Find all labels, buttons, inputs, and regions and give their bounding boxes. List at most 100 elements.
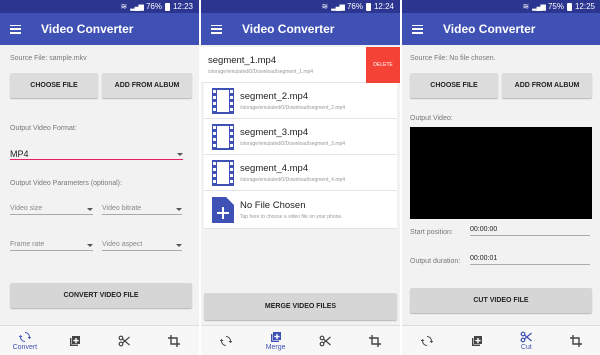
nav-merge[interactable] (50, 326, 100, 355)
segment-item[interactable]: segment_1.mp4 /storage/emulated/0/Downlo… (201, 47, 400, 83)
status-bar: ≋ ▂▄▆ 75% 12:25 (402, 0, 600, 13)
nav-convert[interactable] (201, 326, 251, 355)
app-bar: Video Converter (0, 13, 199, 45)
battery-percent: 75% (547, 2, 564, 11)
cut-screen: ≋ ▂▄▆ 75% 12:25 Video Converter Source F… (402, 0, 600, 355)
crop-icon (570, 334, 583, 347)
app-bar: Video Converter (201, 13, 400, 45)
segment-item[interactable]: segment_4.mp4 /storage/emulated/0/Downlo… (204, 155, 397, 191)
video-bitrate-placeholder: Video bitrate (102, 205, 142, 212)
segment-path: /storage/emulated/0/Download/segment_3.m… (240, 140, 346, 147)
nav-convert[interactable]: Convert (0, 326, 50, 355)
output-format-label: Output Video Format: (10, 125, 77, 132)
menu-icon[interactable] (10, 24, 21, 34)
chevron-down-icon (176, 208, 182, 211)
params-label: Output Video Parameters (optional): (10, 180, 122, 187)
convert-icon (18, 331, 31, 342)
cut-icon (118, 335, 131, 346)
nav-merge-label: Merge (265, 343, 286, 351)
frame-rate-placeholder: Frame rate (10, 241, 45, 248)
video-aspect-select[interactable]: Video aspect (102, 241, 182, 251)
start-position-input[interactable]: 00:00:00 (470, 226, 590, 236)
merge-icon (270, 331, 281, 342)
chevron-down-icon (87, 208, 93, 211)
add-file-icon (212, 196, 234, 223)
output-duration-input[interactable]: 00:00:01 (470, 255, 590, 265)
wifi-icon: ≋ (522, 2, 530, 11)
output-format-select[interactable]: MP4 (10, 144, 183, 160)
add-from-album-button[interactable]: ADD FROM ALBUM (502, 73, 592, 98)
convert-icon (219, 335, 232, 346)
status-bar: ≋ ▂▄▆ 76% 12:23 (0, 0, 199, 13)
no-file-item[interactable]: No File Chosen Tap here to choose a vide… (204, 191, 397, 229)
video-bitrate-select[interactable]: Video bitrate (102, 205, 182, 215)
crop-icon (168, 334, 181, 347)
video-size-placeholder: Video size (10, 205, 43, 212)
menu-icon[interactable] (412, 24, 423, 34)
battery-percent: 76% (346, 2, 363, 11)
segment-item[interactable]: segment_2.mp4 /storage/emulated/0/Downlo… (204, 83, 397, 119)
nav-merge[interactable] (452, 326, 502, 355)
segment-name: segment_3.mp4 (240, 126, 309, 138)
merge-screen: ≋ ▂▄▆ 76% 12:24 Video Converter segment_… (201, 0, 400, 355)
source-file-label: Source File: sample.mkv (10, 55, 87, 62)
nav-cut[interactable]: Cut (502, 326, 552, 355)
frame-rate-select[interactable]: Frame rate (10, 241, 93, 251)
cut-icon (520, 331, 533, 342)
film-icon (212, 159, 234, 186)
choose-file-button[interactable]: CHOOSE FILE (10, 73, 98, 98)
status-bar: ≋ ▂▄▆ 76% 12:24 (201, 0, 400, 13)
film-icon (212, 123, 234, 150)
nav-convert-label: Convert (12, 343, 38, 351)
nav-cut-label: Cut (520, 343, 532, 351)
segment-name: segment_4.mp4 (240, 162, 309, 174)
cut-video-button[interactable]: CUT VIDEO FILE (410, 288, 592, 313)
merge-video-button[interactable]: MERGE VIDEO FILES (204, 293, 397, 320)
nav-crop[interactable] (149, 326, 199, 355)
film-icon (212, 87, 234, 114)
chevron-down-icon (87, 244, 93, 247)
nav-merge[interactable]: Merge (251, 326, 301, 355)
convert-video-button[interactable]: CONVERT VIDEO FILE (10, 283, 192, 308)
nav-crop[interactable] (551, 326, 600, 355)
merge-icon (471, 335, 482, 346)
output-duration-label: Output duration: (410, 258, 461, 265)
battery-percent: 76% (145, 2, 162, 11)
battery-icon (164, 2, 170, 11)
chevron-down-icon (176, 244, 182, 247)
signal-icon: ▂▄▆ (130, 3, 144, 11)
wifi-icon: ≋ (120, 2, 128, 11)
no-file-title: No File Chosen (240, 199, 306, 211)
clock: 12:24 (373, 2, 394, 11)
bottom-nav: Cut (402, 325, 600, 355)
wifi-icon: ≋ (321, 2, 329, 11)
clock: 12:23 (172, 2, 193, 11)
video-size-select[interactable]: Video size (10, 205, 93, 215)
start-position-label: Start position: (410, 229, 453, 236)
video-aspect-placeholder: Video aspect (102, 241, 143, 248)
bottom-nav: Merge (201, 325, 400, 355)
app-title: Video Converter (41, 22, 134, 36)
nav-convert[interactable] (402, 326, 452, 355)
merge-icon (69, 335, 80, 346)
segment-name: segment_2.mp4 (240, 90, 309, 102)
delete-button[interactable]: DELETE (366, 47, 400, 83)
no-file-hint: Tap here to choose a video file on your … (240, 213, 343, 220)
nav-cut[interactable] (301, 326, 351, 355)
app-bar: Video Converter (402, 13, 600, 45)
nav-cut[interactable] (100, 326, 150, 355)
choose-file-button[interactable]: CHOOSE FILE (410, 73, 498, 98)
segment-path: /storage/emulated/0/Download/segment_4.m… (240, 176, 346, 183)
output-video-label: Output Video: (410, 115, 453, 122)
menu-icon[interactable] (211, 24, 222, 34)
nav-crop[interactable] (350, 326, 400, 355)
cut-icon (319, 335, 332, 346)
segment-item[interactable]: segment_3.mp4 /storage/emulated/0/Downlo… (204, 119, 397, 155)
video-preview[interactable] (410, 127, 592, 219)
add-from-album-button[interactable]: ADD FROM ALBUM (102, 73, 192, 98)
crop-icon (369, 334, 382, 347)
app-title: Video Converter (443, 22, 536, 36)
clock: 12:25 (574, 2, 595, 11)
convert-screen: ≋ ▂▄▆ 76% 12:23 Video Converter Source F… (0, 0, 199, 355)
signal-icon: ▂▄▆ (532, 3, 546, 11)
